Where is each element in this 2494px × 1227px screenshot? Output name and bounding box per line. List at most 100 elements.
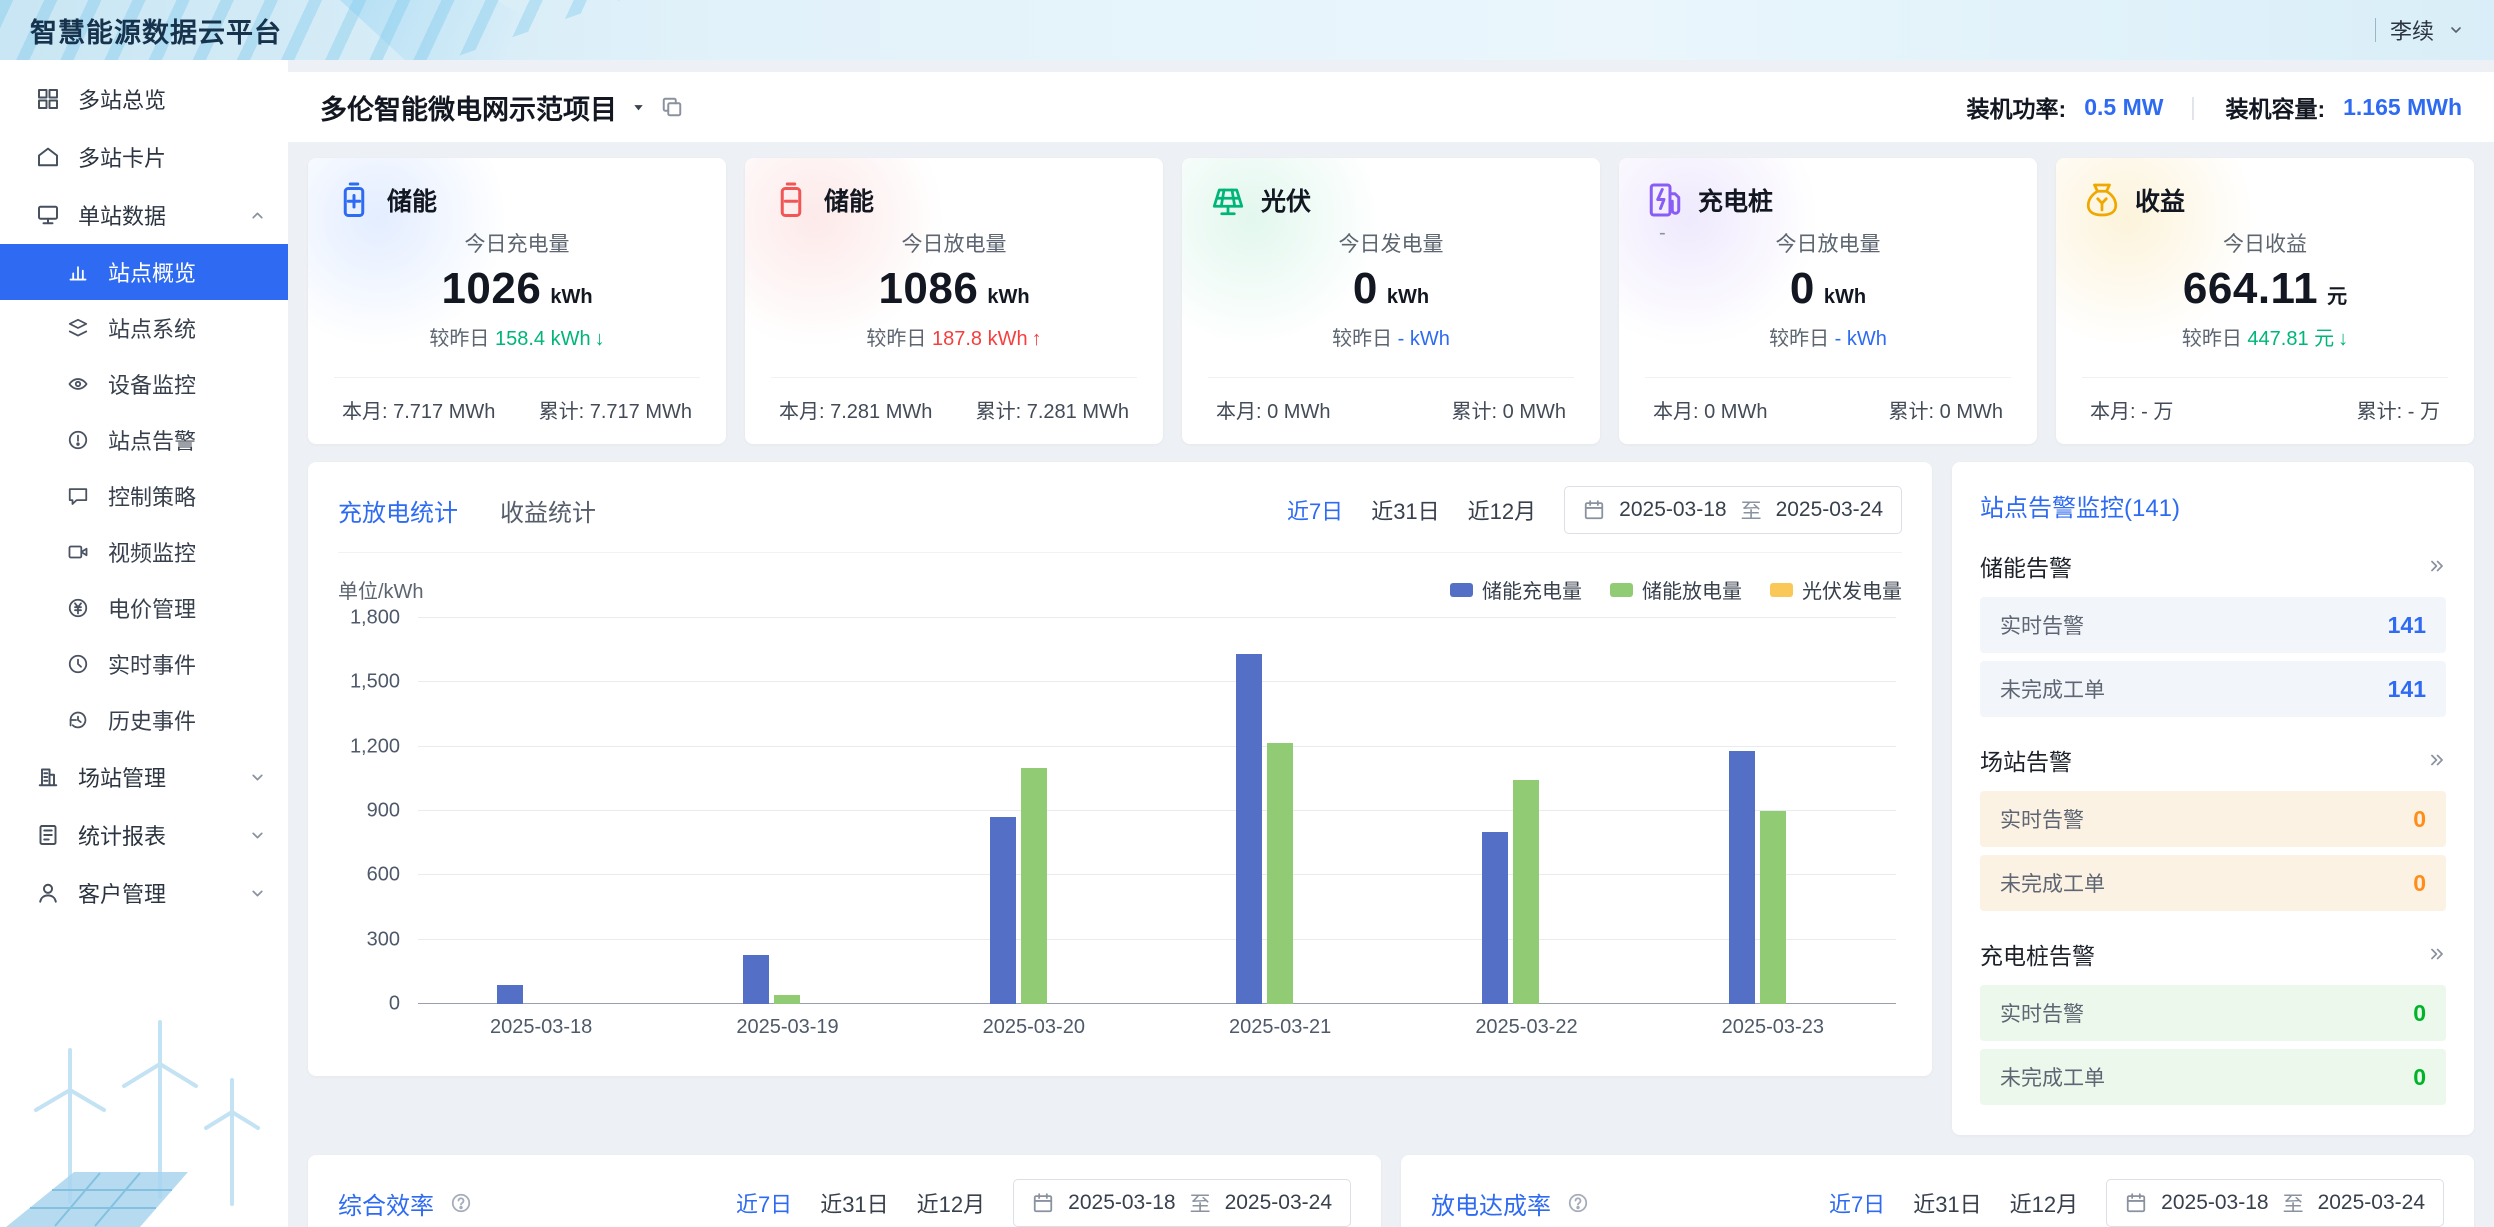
alarm-row[interactable]: 实时告警0 — [1980, 985, 2446, 1041]
tab-discharge-rate[interactable]: 放电达成率 — [1431, 1186, 1551, 1221]
copy-icon[interactable] — [660, 95, 684, 119]
alarm-row[interactable]: 实时告警141 — [1980, 597, 2446, 653]
alarm-section-storage: 储能告警实时告警141未完成工单141 — [1980, 549, 2446, 717]
efficiency-date-range[interactable]: 2025-03-18 至 2025-03-24 — [1013, 1179, 1351, 1227]
x-tick-label: 2025-03-20 — [911, 1004, 1157, 1050]
alarm-section-header: 充电桩告警 — [1980, 937, 2446, 971]
sidebar-item-single-station-data[interactable]: 单站数据 — [0, 186, 288, 244]
user-area[interactable]: 李续 — [2375, 14, 2464, 46]
bar-storage-discharge — [1021, 768, 1047, 1004]
card-value: 0kWh — [1645, 264, 2011, 314]
caret-down-icon[interactable] — [631, 100, 646, 115]
filter-last-31-days[interactable]: 近31日 — [820, 1187, 888, 1219]
card-compare: 较昨日 187.8 kWh↑ — [771, 322, 1137, 351]
sidebar-subitem-realtime-events[interactable]: 实时事件 — [0, 636, 288, 692]
month-stat: 本月: 0 MWh — [1216, 395, 1330, 424]
filter-last-12-months[interactable]: 近12月 — [1468, 494, 1536, 526]
sidebar-subitem-video-monitoring[interactable]: 视频监控 — [0, 524, 288, 580]
sidebar-subitem-site-overview[interactable]: 站点概览 — [0, 244, 288, 300]
double-arrow-icon[interactable] — [2428, 751, 2446, 769]
filter-last-31-days[interactable]: 近31日 — [1913, 1187, 1981, 1219]
main-area: 多伦智能微电网示范项目 装机功率: 0.5 MW ｜ 装机容量: 1.165 M… — [288, 60, 2494, 1227]
sidebar-item-multi-cards[interactable]: 多站卡片 — [0, 128, 288, 186]
sidebar-subitem-site-system[interactable]: 站点系统 — [0, 300, 288, 356]
filter-last-12-months[interactable]: 近12月 — [917, 1187, 985, 1219]
project-name[interactable]: 多伦智能微电网示范项目 — [320, 88, 617, 127]
compare-label: 较昨日 — [429, 328, 495, 350]
alarm-row-value: 141 — [2388, 676, 2426, 703]
sidebar-subitem-label: 设备监控 — [108, 368, 196, 400]
card-icon — [34, 143, 62, 171]
alarm-row-value: 0 — [2413, 870, 2426, 897]
tab-revenue[interactable]: 收益统计 — [500, 493, 596, 528]
x-tick-label: 2025-03-18 — [418, 1004, 664, 1050]
alarm-row-value: 0 — [2413, 1000, 2426, 1027]
alarm-row[interactable]: 实时告警0 — [1980, 791, 2446, 847]
legend-item-storage-discharge[interactable]: 储能放电量 — [1610, 575, 1742, 604]
date-from: 2025-03-18 — [2161, 1191, 2268, 1215]
chart-date-range[interactable]: 2025-03-18 至 2025-03-24 — [1564, 486, 1902, 534]
sidebar-subitem-price-management[interactable]: 电价管理 — [0, 580, 288, 636]
compare-label: 较昨日 — [2182, 328, 2248, 350]
filter-last-7-days[interactable]: 近7日 — [1829, 1187, 1885, 1219]
filter-last-31-days[interactable]: 近31日 — [1371, 494, 1439, 526]
overview-icon — [64, 258, 92, 286]
date-from: 2025-03-18 — [1068, 1191, 1175, 1215]
charger-icon — [1645, 180, 1685, 220]
report-icon — [34, 821, 62, 849]
bars — [1650, 618, 1896, 1004]
sidebar-subitem-device-monitoring[interactable]: 设备监控 — [0, 356, 288, 412]
sidebar-item-statistics-report[interactable]: 统计报表 — [0, 806, 288, 864]
install-stats: 装机功率: 0.5 MW ｜ 装机容量: 1.165 MWh — [1967, 90, 2462, 124]
filter-last-12-months[interactable]: 近12月 — [2010, 1187, 2078, 1219]
sidebar-item-multi-overview[interactable]: 多站总览 — [0, 70, 288, 128]
sidebar-subitem-history-events[interactable]: 历史事件 — [0, 692, 288, 748]
double-arrow-icon[interactable] — [2428, 557, 2446, 575]
legend-swatch — [1610, 583, 1633, 597]
compare-value: - kWh — [1398, 328, 1450, 350]
question-icon[interactable] — [450, 1192, 472, 1214]
video-icon — [64, 538, 92, 566]
alarm-row-label: 实时告警 — [2000, 804, 2084, 834]
legend-label: 储能放电量 — [1642, 575, 1742, 604]
customer-icon — [34, 879, 62, 907]
sidebar-item-station-management[interactable]: 场站管理 — [0, 748, 288, 806]
app-title: 智慧能源数据云平台 — [30, 11, 282, 50]
card-value: 1086kWh — [771, 264, 1137, 314]
card-title: 储能 — [387, 182, 437, 218]
income-icon — [2082, 180, 2122, 220]
compare-value: 447.81 元 — [2247, 328, 2334, 350]
sidebar-subitem-control-strategy[interactable]: 控制策略 — [0, 468, 288, 524]
alarm-row[interactable]: 未完成工单0 — [1980, 1049, 2446, 1105]
card-compare: 较昨日 - kWh — [1208, 322, 1574, 351]
legend-item-pv-generation[interactable]: 光伏发电量 — [1770, 575, 1902, 604]
filter-last-7-days[interactable]: 近7日 — [736, 1187, 792, 1219]
sidebar-subitem-site-alarm[interactable]: 站点告警 — [0, 412, 288, 468]
installed-capacity-label: 装机容量: — [2225, 90, 2325, 124]
tab-charge-discharge[interactable]: 充放电统计 — [338, 493, 458, 528]
bar-storage-discharge — [774, 995, 800, 1004]
discharge-date-range[interactable]: 2025-03-18 至 2025-03-24 — [2106, 1179, 2444, 1227]
sidebar-item-label: 多站总览 — [78, 83, 166, 115]
y-tick-label: 1,200 — [350, 735, 400, 758]
alarm-row[interactable]: 未完成工单141 — [1980, 661, 2446, 717]
alarm-row[interactable]: 未完成工单0 — [1980, 855, 2446, 911]
chart-legend: 储能充电量 储能放电量光伏发电量 — [1450, 575, 1902, 604]
compare-value: - kWh — [1835, 328, 1887, 350]
sidebar-illustration — [0, 1012, 288, 1227]
legend-label: 储能充电量 — [1482, 575, 1582, 604]
filter-last-7-days[interactable]: 近7日 — [1287, 494, 1343, 526]
tab-efficiency[interactable]: 综合效率 — [338, 1186, 434, 1221]
chevron-down-icon — [249, 885, 266, 902]
project-toolbar: 多伦智能微电网示范项目 装机功率: 0.5 MW ｜ 装机容量: 1.165 M… — [288, 72, 2494, 142]
double-arrow-icon[interactable] — [2428, 945, 2446, 963]
x-tick-label: 2025-03-19 — [664, 1004, 910, 1050]
legend-item-storage-charge[interactable]: 储能充电量 — [1450, 575, 1582, 604]
card-unit: kWh — [987, 286, 1029, 308]
x-tick-label: 2025-03-22 — [1403, 1004, 1649, 1050]
question-icon[interactable] — [1567, 1192, 1589, 1214]
alarm-panel-title[interactable]: 站点告警监控(141) — [1980, 488, 2446, 523]
bar-group: 2025-03-23 — [1650, 618, 1896, 1050]
sidebar-item-customer-management[interactable]: 客户管理 — [0, 864, 288, 922]
card-footer: 本月: 0 MWh累计: 0 MWh — [1208, 377, 1574, 424]
